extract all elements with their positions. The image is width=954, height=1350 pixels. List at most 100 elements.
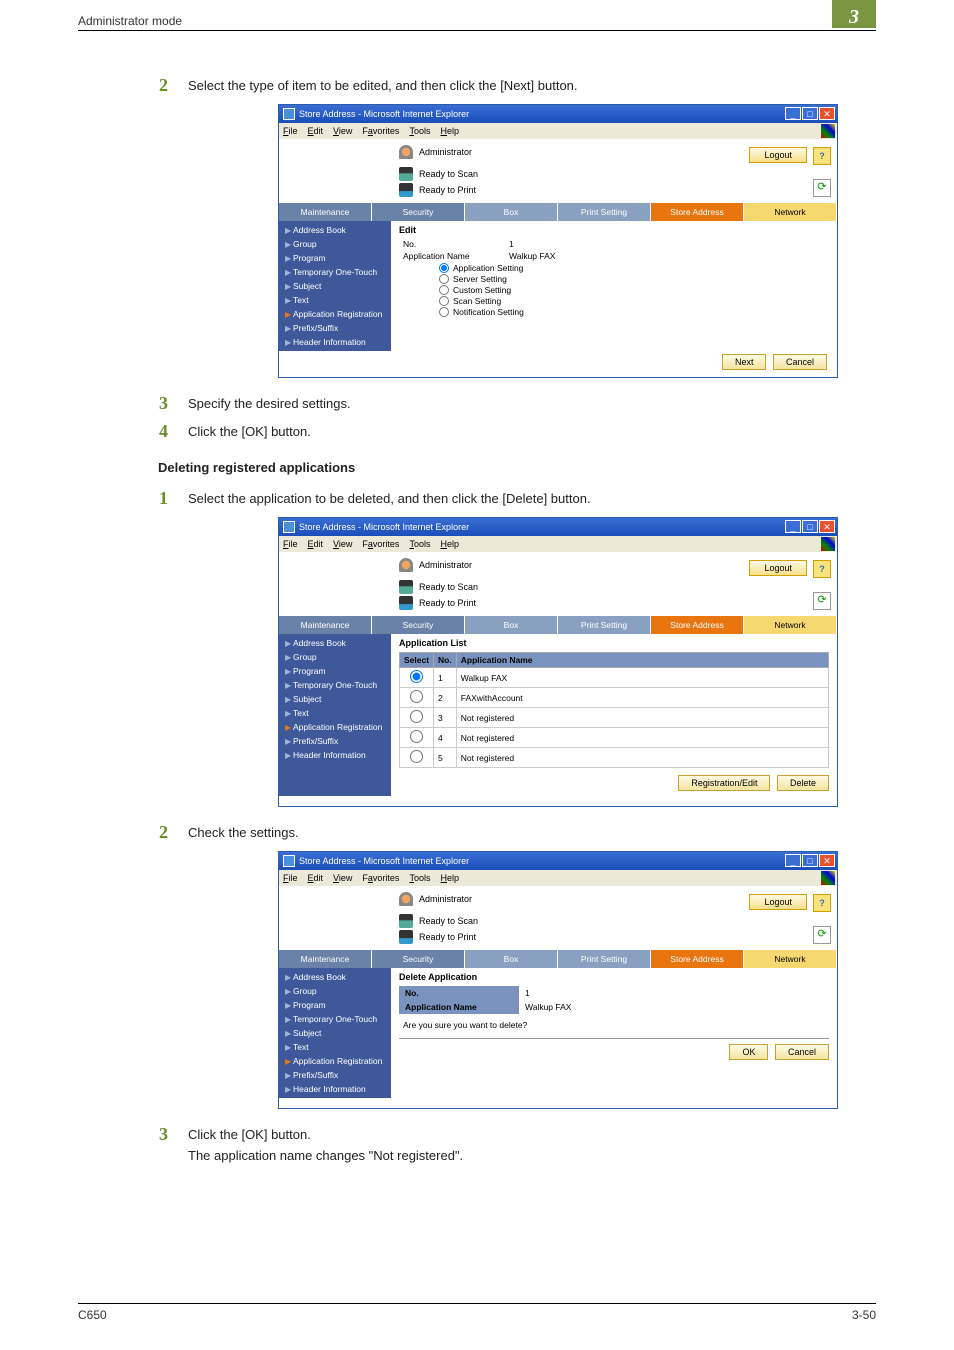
menu-help[interactable]: Help (440, 539, 459, 549)
sidebar-item-text[interactable]: ▶Text (279, 706, 391, 720)
sidebar-item-prefix-suffix[interactable]: ▶Prefix/Suffix (279, 734, 391, 748)
sidebar-item-program[interactable]: ▶Program (279, 251, 391, 265)
radio-notification-setting[interactable] (439, 307, 449, 317)
sidebar-item-subject[interactable]: ▶Subject (279, 279, 391, 293)
sidebar-item-temp-onetouch[interactable]: ▶Temporary One-Touch (279, 678, 391, 692)
tab-security[interactable]: Security (372, 950, 465, 968)
radio-scan-setting[interactable] (439, 296, 449, 306)
refresh-button[interactable]: ⟳ (813, 592, 831, 610)
radio-application-setting[interactable] (439, 263, 449, 273)
menu-file[interactable]: File (283, 539, 298, 549)
ie-icon (283, 108, 295, 120)
delete-button[interactable]: Delete (777, 775, 829, 791)
menu-tools[interactable]: Tools (409, 873, 430, 883)
sidebar-item-prefix-suffix[interactable]: ▶Prefix/Suffix (279, 321, 391, 335)
refresh-button[interactable]: ⟳ (813, 179, 831, 197)
refresh-button[interactable]: ⟳ (813, 926, 831, 944)
next-button[interactable]: Next (722, 354, 767, 370)
menu-edit[interactable]: Edit (308, 126, 324, 136)
menu-favorites[interactable]: Favorites (362, 873, 399, 883)
row-select[interactable] (410, 730, 423, 743)
menu-tools[interactable]: Tools (409, 126, 430, 136)
row-select[interactable] (410, 670, 423, 683)
menu-edit[interactable]: Edit (308, 539, 324, 549)
sidebar-item-group[interactable]: ▶Group (279, 237, 391, 251)
sidebar-item-app-registration[interactable]: ▶Application Registration (279, 720, 391, 734)
maximize-button[interactable]: □ (802, 854, 818, 867)
tab-print[interactable]: Print Setting (558, 616, 651, 634)
menu-help[interactable]: Help (440, 126, 459, 136)
tab-network[interactable]: Network (744, 203, 837, 221)
tab-security[interactable]: Security (372, 616, 465, 634)
tab-network[interactable]: Network (744, 616, 837, 634)
sidebar-item-program[interactable]: ▶Program (279, 998, 391, 1012)
menu-tools[interactable]: Tools (409, 539, 430, 549)
logout-button[interactable]: Logout (749, 560, 807, 576)
tab-print[interactable]: Print Setting (558, 203, 651, 221)
sidebar-item-text[interactable]: ▶Text (279, 1040, 391, 1054)
sidebar-item-temp-onetouch[interactable]: ▶Temporary One-Touch (279, 1012, 391, 1026)
menu-file[interactable]: File (283, 873, 298, 883)
minimize-button[interactable]: _ (785, 854, 801, 867)
minimize-button[interactable]: _ (785, 520, 801, 533)
menu-help[interactable]: Help (440, 873, 459, 883)
menu-edit[interactable]: Edit (308, 873, 324, 883)
maximize-button[interactable]: □ (802, 107, 818, 120)
sidebar-item-subject[interactable]: ▶Subject (279, 692, 391, 706)
step-text: Specify the desired settings. (188, 394, 876, 412)
maximize-button[interactable]: □ (802, 520, 818, 533)
cancel-button[interactable]: Cancel (775, 1044, 829, 1060)
sidebar-item-program[interactable]: ▶Program (279, 664, 391, 678)
help-button[interactable]: ? (813, 560, 831, 578)
sidebar-item-app-registration[interactable]: ▶Application Registration (279, 307, 391, 321)
close-button[interactable]: ✕ (819, 520, 835, 533)
row-select[interactable] (410, 710, 423, 723)
radio-server-setting[interactable] (439, 274, 449, 284)
radio-custom-setting[interactable] (439, 285, 449, 295)
sidebar-item-address-book[interactable]: ▶Address Book (279, 970, 391, 984)
ok-button[interactable]: OK (729, 1044, 768, 1060)
tab-print[interactable]: Print Setting (558, 950, 651, 968)
tab-security[interactable]: Security (372, 203, 465, 221)
tab-box[interactable]: Box (465, 616, 558, 634)
sidebar-item-prefix-suffix[interactable]: ▶Prefix/Suffix (279, 1068, 391, 1082)
tab-maintenance[interactable]: Maintenance (279, 203, 372, 221)
menu-file[interactable]: File (283, 126, 298, 136)
sidebar-item-address-book[interactable]: ▶Address Book (279, 636, 391, 650)
tab-maintenance[interactable]: Maintenance (279, 616, 372, 634)
tab-store-address[interactable]: Store Address (651, 203, 744, 221)
close-button[interactable]: ✕ (819, 854, 835, 867)
sidebar-item-header-info[interactable]: ▶Header Information (279, 335, 391, 349)
tab-box[interactable]: Box (465, 950, 558, 968)
cancel-button[interactable]: Cancel (773, 354, 827, 370)
menu-view[interactable]: View (333, 539, 352, 549)
help-button[interactable]: ? (813, 147, 831, 165)
sidebar-item-header-info[interactable]: ▶Header Information (279, 1082, 391, 1096)
sidebar-item-app-registration[interactable]: ▶Application Registration (279, 1054, 391, 1068)
tab-store-address[interactable]: Store Address (651, 616, 744, 634)
step-text: Check the settings. (188, 823, 876, 841)
sidebar-item-address-book[interactable]: ▶Address Book (279, 223, 391, 237)
close-button[interactable]: ✕ (819, 107, 835, 120)
sidebar-item-text[interactable]: ▶Text (279, 293, 391, 307)
help-button[interactable]: ? (813, 894, 831, 912)
row-select[interactable] (410, 690, 423, 703)
sidebar-item-group[interactable]: ▶Group (279, 984, 391, 998)
registration-edit-button[interactable]: Registration/Edit (678, 775, 770, 791)
menu-view[interactable]: View (333, 126, 352, 136)
sidebar-item-temp-onetouch[interactable]: ▶Temporary One-Touch (279, 265, 391, 279)
tab-store-address[interactable]: Store Address (651, 950, 744, 968)
sidebar-item-group[interactable]: ▶Group (279, 650, 391, 664)
row-select[interactable] (410, 750, 423, 763)
logout-button[interactable]: Logout (749, 147, 807, 163)
minimize-button[interactable]: _ (785, 107, 801, 120)
sidebar-item-header-info[interactable]: ▶Header Information (279, 748, 391, 762)
menu-view[interactable]: View (333, 873, 352, 883)
menu-favorites[interactable]: Favorites (362, 126, 399, 136)
sidebar-item-subject[interactable]: ▶Subject (279, 1026, 391, 1040)
tab-maintenance[interactable]: Maintenance (279, 950, 372, 968)
logout-button[interactable]: Logout (749, 894, 807, 910)
tab-box[interactable]: Box (465, 203, 558, 221)
tab-network[interactable]: Network (744, 950, 837, 968)
menu-favorites[interactable]: Favorites (362, 539, 399, 549)
